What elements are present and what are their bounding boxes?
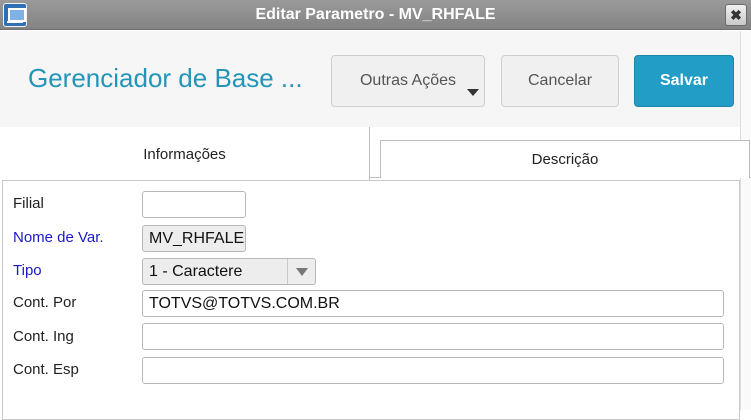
form-panel: Filial Nome de Var. MV_RHFALE Tipo 1 - C… — [2, 180, 740, 420]
cont-ing-label: Cont. Ing — [13, 328, 74, 345]
tipo-select-value: 1 - Caractere — [149, 263, 243, 280]
cancel-button[interactable]: Cancelar — [501, 55, 619, 107]
window-title: Editar Parametro - MV_RHFALE — [255, 6, 496, 23]
page-title: Gerenciador de Base ... — [28, 63, 303, 93]
tab-informacoes-label: Informações — [143, 146, 226, 163]
filial-label: Filial — [13, 195, 44, 212]
chevron-down-icon — [467, 89, 479, 96]
outras-acoes-label: Outras Ações — [359, 72, 457, 89]
cont-esp-label: Cont. Esp — [13, 361, 79, 378]
tipo-select[interactable]: 1 - Caractere — [142, 258, 316, 285]
header-bar: Gerenciador de Base ... Outras Ações Can… — [0, 31, 751, 127]
dropdown-arrow-icon[interactable] — [287, 259, 315, 284]
nome-var-field[interactable]: MV_RHFALE — [142, 225, 246, 252]
save-button[interactable]: Salvar — [634, 55, 734, 107]
close-icon[interactable]: ✖ — [725, 4, 747, 26]
cont-por-label: Cont. Por — [13, 294, 77, 311]
outras-acoes-button[interactable]: Outras Ações — [331, 55, 485, 107]
filial-field[interactable] — [142, 191, 246, 218]
cont-por-field[interactable]: TOTVS@TOTVS.COM.BR — [142, 290, 724, 317]
tipo-label: Tipo — [13, 262, 42, 279]
tab-informacoes[interactable]: Informações — [0, 127, 370, 181]
window-titlebar: Editar Parametro - MV_RHFALE ✖ — [0, 0, 751, 30]
scroll-edge — [740, 31, 751, 410]
nome-var-label: Nome de Var. — [13, 229, 104, 246]
cont-esp-field[interactable] — [142, 357, 724, 384]
tab-descricao[interactable]: Descrição — [380, 140, 750, 178]
cont-ing-field[interactable] — [142, 323, 724, 350]
tab-descricao-label: Descrição — [531, 151, 599, 168]
